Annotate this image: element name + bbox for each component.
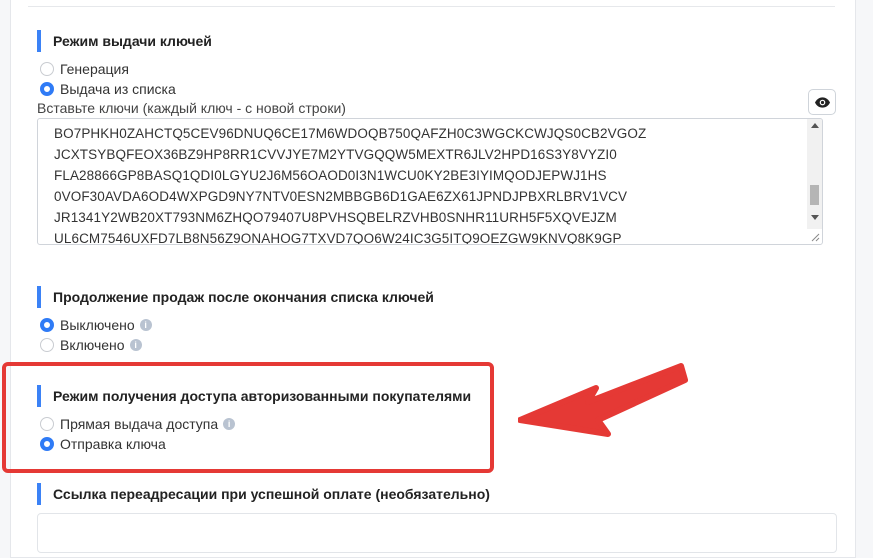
key-line: JCXTSYBQFEOX36BZ9HP8RR1CVVJYE7M2YTVGQQW5… [54, 147, 617, 162]
redirect-title: Ссылка переадресации при успешной оплате… [37, 483, 490, 505]
key-line: FLA28866GP8BASQ1QDI0LGYU2J6M56OAOD0I3N1W… [54, 168, 607, 183]
radio-button[interactable] [40, 417, 54, 431]
radio-label: Выдача из списка [60, 81, 176, 97]
radio-option-send-key[interactable]: Отправка ключа [40, 436, 166, 452]
keys-hint: Вставьте ключи (каждый ключ - с новой ст… [37, 100, 346, 116]
radio-button[interactable] [40, 62, 54, 76]
scroll-up-arrow-icon[interactable] [811, 123, 819, 128]
radio-option-from-list[interactable]: Выдача из списка [40, 81, 176, 97]
info-icon[interactable]: i [129, 339, 142, 351]
radio-label: Включено [60, 337, 125, 353]
resize-grip-icon[interactable] [811, 233, 820, 242]
key-line: JR1341Y2WB20XT793NM6ZHQO79407U8PVHSQBELR… [54, 210, 617, 225]
radio-option-generation[interactable]: Генерация [40, 61, 129, 77]
radio-option-off[interactable]: Выключено i [40, 317, 152, 333]
annotation-arrow-icon [518, 363, 688, 437]
radio-label: Выключено [60, 317, 135, 333]
radio-option-on[interactable]: Включено i [40, 337, 142, 353]
key-line: UL6CM7546UXFD7LB8N56Z9ONAHOG7TXVD7QO6W24… [54, 231, 622, 245]
radio-button[interactable] [40, 318, 54, 332]
continue-sales-title: Продолжение продаж после окончания списк… [37, 286, 434, 308]
scroll-down-arrow-icon[interactable] [811, 215, 819, 220]
key-mode-title: Режим выдачи ключей [37, 30, 212, 52]
info-icon[interactable]: i [223, 418, 236, 430]
info-icon[interactable]: i [139, 319, 152, 331]
radio-button[interactable] [40, 338, 54, 352]
keys-textarea[interactable]: BO7PHKH0ZAHCTQ5CEV96DNUQ6CE17M6WDOQB750Q… [37, 118, 823, 245]
eye-icon [814, 96, 830, 108]
key-line: BO7PHKH0ZAHCTQ5CEV96DNUQ6CE17M6WDOQB750Q… [54, 126, 647, 141]
auth-access-title: Режим получения доступа авторизованными … [37, 385, 471, 407]
redirect-url-input[interactable] [37, 513, 837, 553]
toggle-visibility-button[interactable] [808, 89, 836, 115]
divider [28, 6, 835, 7]
key-line: 0VOF30AVDA6OD4WXPGD9NY7NTV0ESN2MBBGB6D1G… [54, 189, 628, 204]
radio-option-direct-access[interactable]: Прямая выдача доступа i [40, 416, 236, 432]
radio-label: Отправка ключа [60, 436, 166, 452]
scrollbar[interactable] [807, 119, 822, 229]
scrollbar-thumb[interactable] [810, 185, 819, 205]
radio-label: Прямая выдача доступа [60, 416, 219, 432]
keys-list: BO7PHKH0ZAHCTQ5CEV96DNUQ6CE17M6WDOQB750Q… [54, 123, 647, 245]
radio-button[interactable] [40, 82, 54, 96]
radio-label: Генерация [60, 61, 129, 77]
radio-button[interactable] [40, 437, 54, 451]
